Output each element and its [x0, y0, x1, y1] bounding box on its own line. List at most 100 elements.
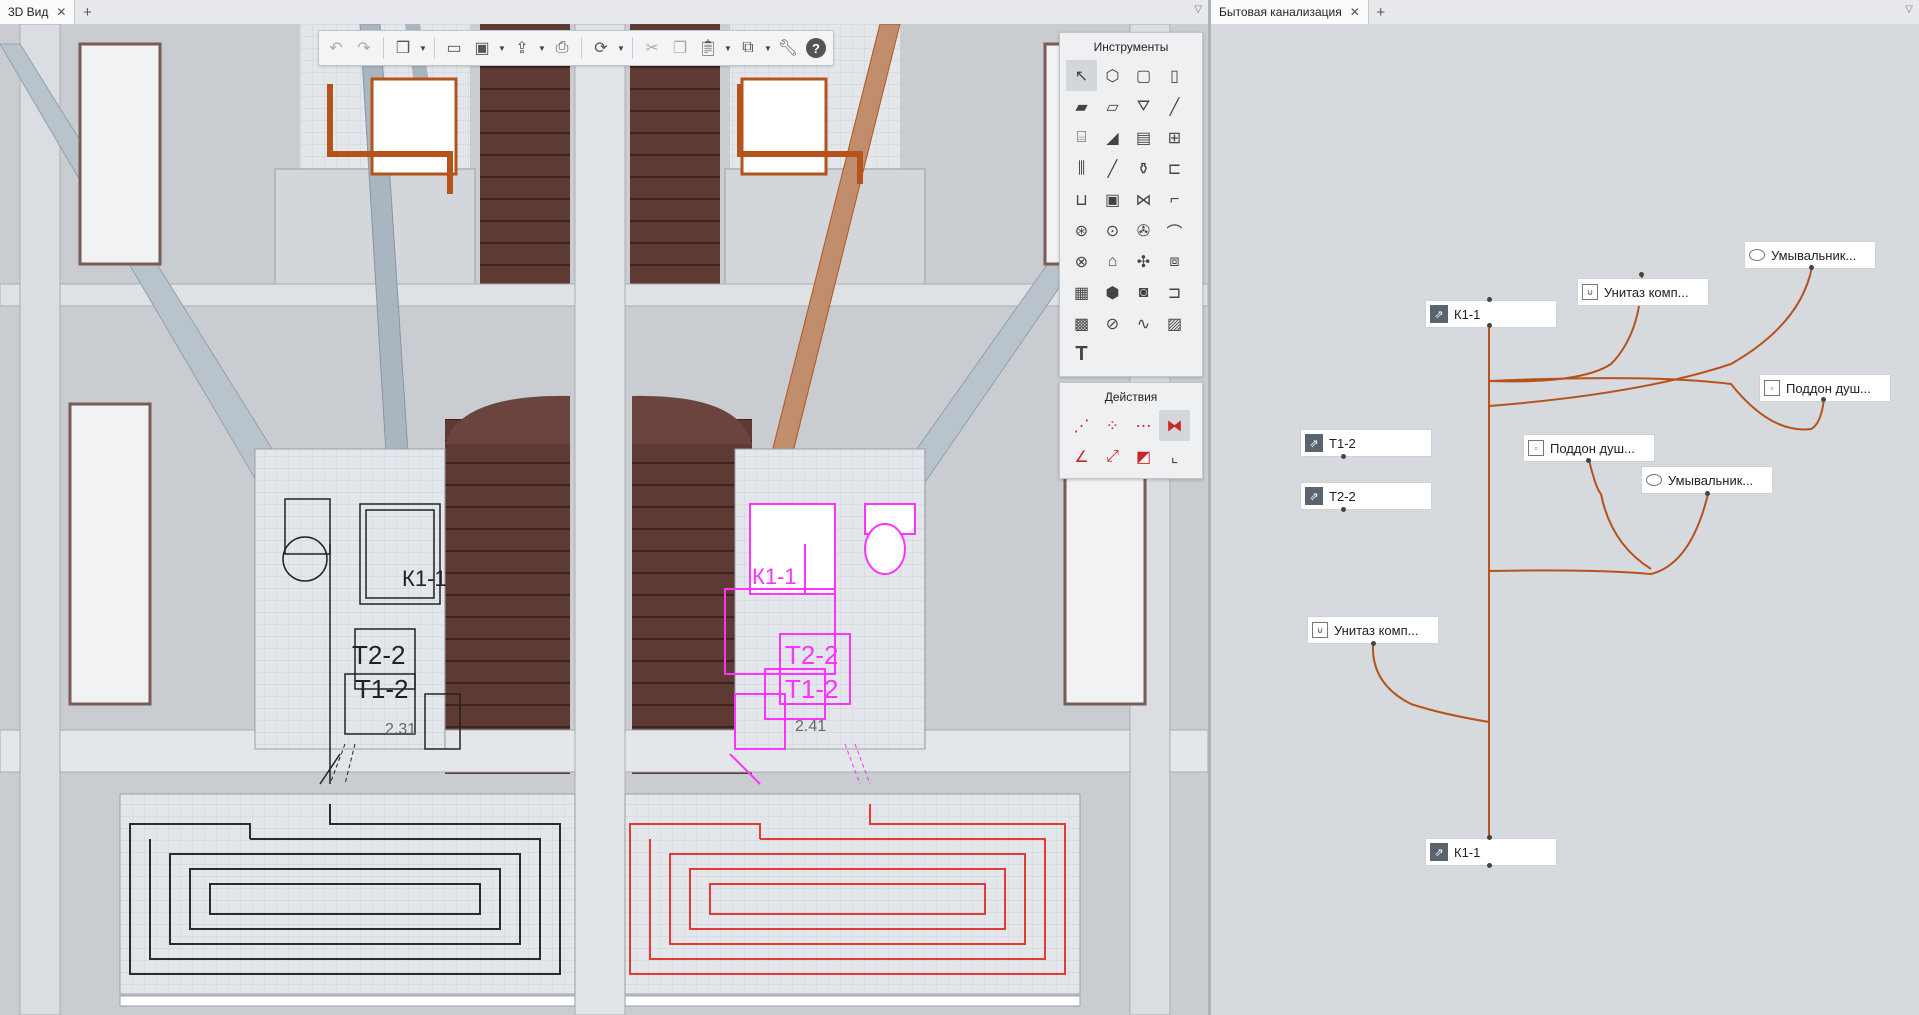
bend-icon[interactable]: ⌒	[1159, 215, 1190, 246]
close-icon[interactable]: ✕	[1350, 5, 1360, 19]
door-icon[interactable]: ▤	[1128, 122, 1159, 153]
radiator-icon[interactable]: ⊗	[1066, 246, 1097, 277]
chevron-down-icon[interactable]: ▼	[723, 35, 733, 61]
print-icon[interactable]: ⎙	[549, 35, 575, 61]
box-icon[interactable]: ⧈	[1159, 246, 1190, 277]
schema-node-toilet-2[interactable]: ⊍ Унитаз комп...	[1307, 616, 1439, 644]
equipment-icon[interactable]: ⚱	[1128, 153, 1159, 184]
connection-point[interactable]	[1341, 454, 1346, 459]
ramp-icon[interactable]: ◢	[1097, 122, 1128, 153]
measure-icon[interactable]: ⊘	[1097, 308, 1128, 339]
redo-icon[interactable]: ↷	[351, 35, 377, 61]
riser-icon: ⇗	[1430, 305, 1448, 323]
floor-icon[interactable]: ▱	[1097, 91, 1128, 122]
tab-sewer-schema[interactable]: Бытовая канализация ✕	[1211, 0, 1369, 24]
connection-point[interactable]	[1487, 863, 1492, 868]
bracket-icon[interactable]: ⊐	[1159, 277, 1190, 308]
save-icon[interactable]: ▣	[469, 35, 495, 61]
tab-menu-icon[interactable]: ▽	[1194, 4, 1202, 15]
schema-node-k-bottom[interactable]: ⇗ К1-1	[1425, 838, 1557, 866]
polyhedron-icon[interactable]: ⬢	[1097, 277, 1128, 308]
chevron-down-icon[interactable]: ▼	[537, 35, 547, 61]
paste-icon[interactable]: 📋︎	[695, 35, 721, 61]
house-icon[interactable]: ⌂	[1097, 246, 1128, 277]
cut-icon[interactable]: ✂	[639, 35, 665, 61]
chevron-down-icon[interactable]: ▼	[763, 35, 773, 61]
schema-node-toilet-1[interactable]: ⊍ Унитаз комп...	[1577, 278, 1709, 306]
elbow-icon[interactable]: ⌐	[1159, 184, 1190, 215]
valve-icon[interactable]: ⋈	[1128, 184, 1159, 215]
connection-point[interactable]	[1487, 835, 1492, 840]
extend-icon[interactable]: ⤢	[1097, 441, 1128, 472]
column-icon[interactable]: ▯	[1159, 60, 1190, 91]
schema-node-label: К1-1	[1454, 306, 1481, 322]
object-icon[interactable]: ⬡	[1097, 60, 1128, 91]
sink-icon[interactable]: ⊔	[1066, 184, 1097, 215]
fan-icon[interactable]: ✇	[1128, 215, 1159, 246]
copy-icon[interactable]: ❐	[667, 35, 693, 61]
schema-node-washbasin-2[interactable]: Умывальник...	[1641, 466, 1773, 494]
add-tab-button[interactable]: +	[1369, 0, 1393, 24]
sewer-schema-view[interactable]: ⇗ К1-1 ⇗ Т1-2 ⇗ Т2-2 ⊍ Унитаз комп... Ум…	[1211, 24, 1919, 1015]
open-folder-icon[interactable]: ▭	[441, 35, 467, 61]
connection-point[interactable]	[1639, 272, 1644, 277]
chevron-down-icon[interactable]: ▼	[418, 35, 428, 61]
camera-icon[interactable]: ◙	[1128, 277, 1159, 308]
export-icon[interactable]: ⇪	[509, 35, 535, 61]
pipe-fitting-icon[interactable]: ⊏	[1159, 153, 1190, 184]
actions-grid: ⋰ ⁘ ⋯ ⧓ ∠ ⤢ ◩ ⌞	[1060, 410, 1202, 478]
align-icon[interactable]: ◩	[1128, 441, 1159, 472]
settings-icon[interactable]: 🔧︎	[775, 35, 801, 61]
corner-icon[interactable]: ⌞	[1159, 441, 1190, 472]
chevron-down-icon[interactable]: ▼	[616, 35, 626, 61]
model-label-t2-left: Т2-2	[352, 640, 405, 670]
chevron-down-icon[interactable]: ▼	[497, 35, 507, 61]
connection-point[interactable]	[1487, 323, 1492, 328]
schema-node-t2[interactable]: ⇗ Т2-2	[1300, 482, 1432, 510]
connection-point[interactable]	[1586, 458, 1591, 463]
3d-viewport[interactable]: К1-1 Т2-2 Т1-2 2.31 К1-1 Т2-2 Т1-2 2.41	[0, 24, 1208, 1015]
slab-icon[interactable]: ▰	[1066, 91, 1097, 122]
split-icon[interactable]: ⋰	[1066, 410, 1097, 441]
undo-icon[interactable]: ↶	[323, 35, 349, 61]
railing-icon[interactable]: ⫼	[1066, 153, 1097, 184]
image-icon[interactable]: ▩	[1066, 308, 1097, 339]
connection-point[interactable]	[1341, 507, 1346, 512]
connection-point[interactable]	[1705, 491, 1710, 496]
wall-icon[interactable]: ▢	[1128, 60, 1159, 91]
windows-icon[interactable]: ⧉	[735, 35, 761, 61]
select-icon[interactable]: ↖	[1066, 60, 1097, 91]
close-icon[interactable]: ✕	[56, 5, 66, 19]
hatch-icon[interactable]: ▨	[1159, 308, 1190, 339]
text-icon[interactable]: T	[1066, 339, 1097, 370]
window-icon[interactable]: ⊞	[1159, 122, 1190, 153]
curve-icon[interactable]: ∿	[1128, 308, 1159, 339]
connection-point[interactable]	[1371, 641, 1376, 646]
schema-node-t1[interactable]: ⇗ Т1-2	[1300, 429, 1432, 457]
mirror-icon[interactable]: ⧓	[1159, 410, 1190, 441]
model-label-k-left: К1-1	[402, 566, 447, 591]
angle-icon[interactable]: ∠	[1066, 441, 1097, 472]
help-icon: ?	[806, 38, 826, 58]
roof-icon[interactable]: ⛛	[1128, 91, 1159, 122]
pump-icon[interactable]: ⊛	[1066, 215, 1097, 246]
render-icon[interactable]: ⟳	[588, 35, 614, 61]
join-icon[interactable]: ⋯	[1128, 410, 1159, 441]
meter-icon[interactable]: ⊙	[1097, 215, 1128, 246]
view-cube-icon[interactable]: ❒	[390, 35, 416, 61]
distribute-icon[interactable]: ⁘	[1097, 410, 1128, 441]
help-button[interactable]: ?	[803, 35, 829, 61]
line-icon[interactable]: ╱	[1097, 153, 1128, 184]
connection-point[interactable]	[1821, 397, 1826, 402]
stair-icon[interactable]: ⌸	[1066, 122, 1097, 153]
toilet-icon: ⊍	[1582, 284, 1598, 300]
fan2-icon[interactable]: ✣	[1128, 246, 1159, 277]
tab-3d-view[interactable]: 3D Вид ✕	[0, 0, 76, 24]
beam-icon[interactable]: ╱	[1159, 91, 1190, 122]
tab-menu-icon[interactable]: ▽	[1905, 4, 1913, 15]
connection-point[interactable]	[1487, 297, 1492, 302]
connection-point[interactable]	[1809, 265, 1814, 270]
calculator-icon[interactable]: ▦	[1066, 277, 1097, 308]
add-tab-button[interactable]: +	[75, 0, 99, 24]
boiler-icon[interactable]: ▣	[1097, 184, 1128, 215]
